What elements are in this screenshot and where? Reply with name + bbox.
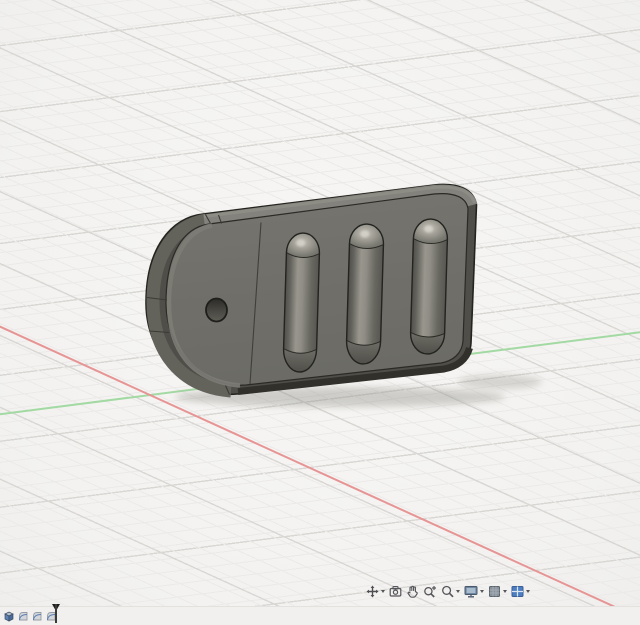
grid-square-icon [488,585,501,598]
look-at-button[interactable] [389,585,402,598]
display-settings-button[interactable] [464,585,484,598]
orbit-button[interactable] [366,585,385,598]
model-shadow-right [458,375,542,389]
chevron-down-icon[interactable] [381,590,385,593]
fillet-icon[interactable] [31,610,43,622]
fit-button[interactable] [441,585,460,598]
viewports-button[interactable] [511,585,530,598]
chevron-down-icon[interactable] [503,590,507,593]
four-pane-icon [511,585,524,598]
viewport-canvas[interactable] [0,0,640,607]
plate-hole[interactable] [206,299,227,322]
chevron-down-icon[interactable] [526,590,530,593]
pin-capsule-1[interactable] [283,233,320,373]
pin-capsule-3[interactable] [410,219,448,355]
timeline-bar [0,606,640,625]
extrude-box-icon[interactable] [3,610,15,622]
grid-and-snaps-button[interactable] [488,585,507,598]
chevron-down-icon[interactable] [456,590,460,593]
fillet-icon[interactable] [17,610,29,622]
chevron-down-icon[interactable] [480,590,484,593]
model-3d-body[interactable] [0,0,640,607]
monitor-icon [464,585,478,598]
timeline-playhead[interactable] [55,604,57,623]
hand-icon [406,585,419,598]
four-way-arrow-icon [366,585,379,598]
camera-icon [389,585,402,598]
pan-button[interactable] [406,585,419,598]
pin-capsule-2[interactable] [346,224,384,365]
timeline-feature-icons [3,610,57,622]
navigation-toolbar [366,585,530,598]
magnifier-icon [441,585,454,598]
magnifier-plus-icon [423,585,437,598]
app-window [0,0,640,625]
zoom-button[interactable] [423,585,437,598]
